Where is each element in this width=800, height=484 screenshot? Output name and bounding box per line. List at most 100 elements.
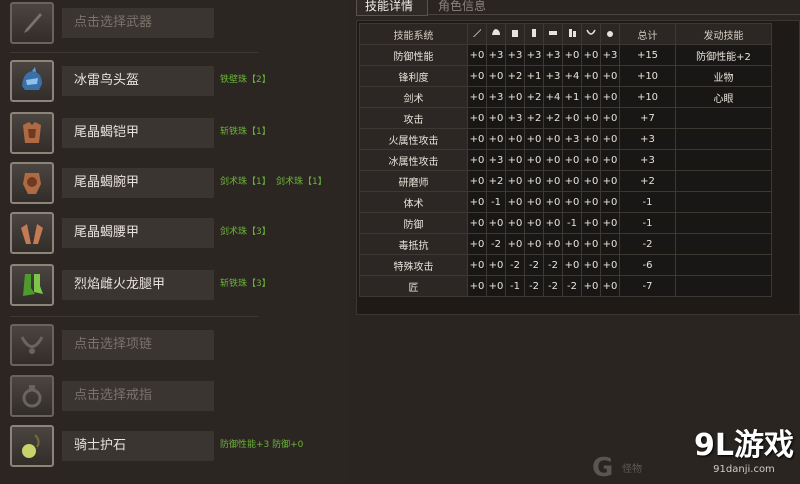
decoration-label: 斩铁珠【1】 — [220, 127, 271, 137]
arm-armor-icon[interactable] — [10, 162, 54, 204]
arm-col-icon — [529, 28, 539, 38]
skill-point-cell: +0 — [543, 191, 563, 213]
skill-point-cell: +0 — [581, 233, 601, 255]
activated-skill: 业物 — [675, 65, 772, 87]
skill-total: +10 — [619, 65, 676, 87]
activated-skill — [675, 254, 772, 276]
slot-divider — [10, 316, 258, 317]
equipment-panel: 点击选择武器 冰雷鸟头盔 铁壁珠【2】 尾晶蝎铠甲 斩铁珠【1】 尾晶蝎腕甲 剑术珠【1】剑… — [0, 0, 348, 484]
skill-point-cell: +3 — [524, 44, 544, 66]
skill-point-cell: +0 — [581, 149, 601, 171]
equipment-name[interactable]: 骑士护石 — [62, 431, 214, 461]
skill-name: 冰属性攻击 — [359, 149, 468, 171]
equipment-name[interactable]: 烈焰雌火龙腿甲 — [62, 270, 214, 300]
table-row: 匠 +0 +0 -1 -2 -2 -2 +0 +0 -7 — [359, 275, 772, 297]
activated-skill — [675, 212, 772, 234]
skill-point-cell: +0 — [581, 44, 601, 66]
equipment-name[interactable]: 尾晶蝎铠甲 — [62, 118, 214, 148]
select-equipment-button[interactable]: 点击选择武器 — [62, 8, 214, 38]
helmet-icon[interactable] — [10, 60, 54, 102]
skill-point-cell: +0 — [486, 254, 506, 276]
chest-armor-icon[interactable] — [10, 112, 54, 154]
waist-armor-icon[interactable] — [10, 212, 54, 254]
skill-point-cell: +0 — [524, 128, 544, 150]
slot-divider — [10, 52, 258, 53]
skill-point-cell: +0 — [600, 191, 620, 213]
select-equipment-button[interactable]: 点击选择项链 — [62, 330, 214, 360]
skill-point-cell: +0 — [581, 128, 601, 150]
column-header-icon — [562, 23, 582, 45]
necklace-icon[interactable] — [10, 324, 54, 366]
skill-point-cell: +0 — [600, 233, 620, 255]
skill-point-cell: +0 — [600, 254, 620, 276]
talisman-col-icon — [605, 28, 615, 38]
skill-point-cell: +0 — [562, 170, 582, 192]
skill-name: 研磨师 — [359, 170, 468, 192]
column-header-icon — [600, 23, 620, 45]
column-header-icon — [467, 23, 487, 45]
skill-point-cell: +0 — [581, 212, 601, 234]
table-row: 防御 +0 +0 +0 +0 +0 -1 +0 +0 -1 — [359, 212, 772, 234]
skill-point-cell: +2 — [486, 170, 506, 192]
watermark-brand-name: 9L游戏 — [694, 428, 794, 463]
select-equipment-button[interactable]: 点击选择戒指 — [62, 381, 214, 411]
skill-name: 攻击 — [359, 107, 468, 129]
leg-armor-icon[interactable] — [10, 264, 54, 306]
watermark-brand: 9L游戏 91danji.com — [688, 428, 800, 484]
skill-point-cell: +3 — [505, 107, 525, 129]
table-row: 锋利度 +0 +0 +2 +1 +3 +4 +0 +0 +10 业物 — [359, 65, 772, 87]
skill-total: -1 — [619, 212, 676, 234]
skill-point-cell: +2 — [524, 107, 544, 129]
skill-point-cell: +0 — [581, 65, 601, 87]
skill-point-cell: +0 — [581, 170, 601, 192]
sword-icon[interactable] — [10, 2, 54, 44]
skill-point-cell: +0 — [505, 170, 525, 192]
skill-point-cell: +2 — [505, 65, 525, 87]
skill-point-cell: +0 — [600, 128, 620, 150]
skill-total: -1 — [619, 191, 676, 213]
equipment-name[interactable]: 冰雷鸟头盔 — [62, 66, 214, 96]
skill-name: 火属性攻击 — [359, 128, 468, 150]
skill-point-cell: +0 — [600, 107, 620, 129]
skill-point-cell: +4 — [562, 65, 582, 87]
skill-point-cell: +0 — [581, 254, 601, 276]
skill-name: 锋利度 — [359, 65, 468, 87]
skill-point-cell: +0 — [467, 65, 487, 87]
skill-point-cell: +0 — [524, 212, 544, 234]
skill-name: 防御 — [359, 212, 468, 234]
skill-point-cell: +3 — [562, 128, 582, 150]
skill-point-cell: +0 — [581, 275, 601, 297]
skill-point-cell: +0 — [562, 149, 582, 171]
skill-point-cell: +0 — [543, 212, 563, 234]
table-row: 体术 +0 -1 +0 +0 +0 +0 +0 +0 -1 — [359, 191, 772, 213]
activated-skill — [675, 233, 772, 255]
ring-icon[interactable] — [10, 375, 54, 417]
skill-name: 防御性能 — [359, 44, 468, 66]
skill-total: +10 — [619, 86, 676, 108]
header-activated-skill: 发动技能 — [675, 23, 772, 45]
skill-name: 特殊攻击 — [359, 254, 468, 276]
tab-skill-details[interactable]: 技能详情 — [356, 0, 428, 16]
activated-skill — [675, 170, 772, 192]
skill-point-cell: +0 — [467, 275, 487, 297]
talisman-icon[interactable] — [10, 425, 54, 467]
skill-point-cell: -2 — [505, 254, 525, 276]
skill-point-cell: +0 — [486, 275, 506, 297]
skill-point-cell: +0 — [467, 170, 487, 192]
activated-skill: 心眼 — [675, 86, 772, 108]
decoration-label: 斩铁珠【3】 — [220, 279, 271, 289]
column-header-icon — [524, 23, 544, 45]
skill-point-cell: +0 — [562, 233, 582, 255]
skill-point-cell: +3 — [486, 44, 506, 66]
skill-point-cell: +0 — [562, 254, 582, 276]
skill-point-cell: +0 — [505, 86, 525, 108]
skill-point-cell: +0 — [600, 149, 620, 171]
equipment-name[interactable]: 尾晶蝎腕甲 — [62, 168, 214, 198]
skill-point-cell: +3 — [505, 44, 525, 66]
equipment-name[interactable]: 尾晶蝎腰甲 — [62, 218, 214, 248]
table-row: 研磨师 +0 +2 +0 +0 +0 +0 +0 +0 +2 — [359, 170, 772, 192]
skill-name: 剑术 — [359, 86, 468, 108]
decoration-label: 防御性能+3 防御+0 — [220, 440, 304, 450]
decoration-label: 剑术珠【1】 — [276, 177, 327, 187]
skill-point-cell: +0 — [600, 212, 620, 234]
